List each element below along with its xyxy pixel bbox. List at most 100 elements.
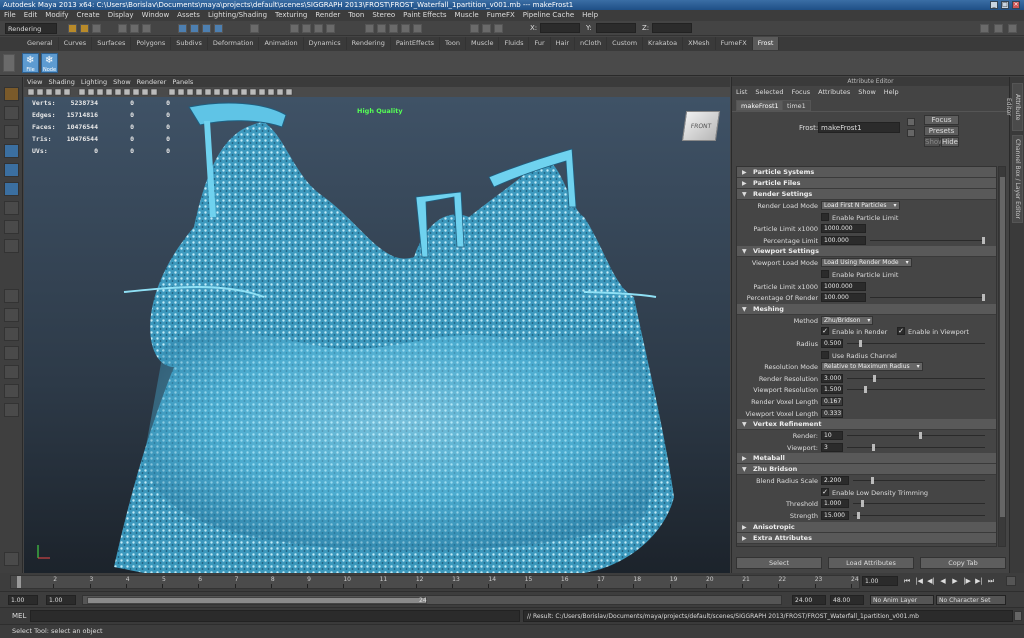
section-vertex-refinement[interactable]: ▼ Vertex Refinement bbox=[737, 419, 996, 431]
animation-start-field[interactable]: 1.00 bbox=[8, 595, 38, 605]
attribute-scroll-panel[interactable]: ▶ Particle Systems ▶ Particle Files ▼ Rende… bbox=[736, 166, 997, 547]
maximize-icon[interactable]: □ bbox=[1001, 1, 1009, 9]
soft-select-icon[interactable] bbox=[401, 24, 410, 33]
show-button[interactable]: Show bbox=[924, 137, 944, 147]
vr-viewport-slider[interactable] bbox=[847, 443, 985, 451]
select-tool-icon[interactable] bbox=[4, 87, 19, 101]
timeline-ticks[interactable]: 123456789101112131415161718192021222324 bbox=[10, 575, 860, 589]
step-forward-frame-icon[interactable]: |▶ bbox=[962, 576, 972, 586]
playback-end-field[interactable]: 24.00 bbox=[792, 595, 826, 605]
universal-manip-icon[interactable] bbox=[4, 201, 19, 215]
ae-menu-help[interactable]: Help bbox=[884, 88, 907, 96]
viewport-load-mode-dropdown[interactable]: Load Using Render Mode bbox=[821, 258, 912, 268]
paint-select-icon[interactable] bbox=[4, 125, 19, 139]
section-viewport-settings[interactable]: ▼ Viewport Settings bbox=[737, 246, 996, 258]
focus-button[interactable]: Focus bbox=[924, 115, 959, 125]
character-set-dropdown[interactable]: No Character Set bbox=[936, 595, 1006, 605]
output-connection-icon[interactable] bbox=[907, 129, 915, 137]
ipr-render-icon[interactable] bbox=[314, 24, 323, 33]
scale-tool-icon[interactable] bbox=[4, 182, 19, 196]
menu-set-dropdown[interactable]: Rendering bbox=[5, 23, 57, 34]
tab-muscle[interactable]: Muscle bbox=[466, 37, 500, 50]
percentage-limit-slider[interactable] bbox=[870, 236, 985, 244]
vr-render-field[interactable]: 10 bbox=[821, 431, 843, 441]
curve-tool-icon[interactable] bbox=[470, 24, 479, 33]
transform-icon[interactable] bbox=[365, 24, 374, 33]
section-anisotropic[interactable]: ▶ Anisotropic bbox=[737, 521, 996, 533]
tab-time1[interactable]: time1 bbox=[782, 100, 811, 111]
slider-handle[interactable] bbox=[857, 512, 860, 520]
select-component-icon[interactable] bbox=[142, 24, 151, 33]
menu-pipeline-cache[interactable]: Pipeline Cache bbox=[519, 11, 578, 19]
ae-menu-show[interactable]: Show bbox=[858, 88, 884, 96]
ae-menu-list[interactable]: List bbox=[736, 88, 755, 96]
tab-toon[interactable]: Toon bbox=[440, 37, 466, 50]
soft-mod-icon[interactable] bbox=[4, 220, 19, 234]
tab-fluids[interactable]: Fluids bbox=[499, 37, 530, 50]
tab-rendering[interactable]: Rendering bbox=[347, 37, 391, 50]
tab-deformation[interactable]: Deformation bbox=[208, 37, 260, 50]
play-backwards-icon[interactable]: ◀ bbox=[938, 576, 948, 586]
menu-help[interactable]: Help bbox=[578, 11, 602, 19]
node-name-field[interactable]: makeFrost1 bbox=[818, 122, 900, 133]
tab-fumefx[interactable]: FumeFX bbox=[716, 37, 753, 50]
lasso-tool-icon[interactable] bbox=[4, 106, 19, 120]
perspective-viewport[interactable]: Verts: 5238734 0 0 Edges: 15714816 0 0 Faces: 1… bbox=[24, 97, 730, 573]
enable-in-viewport-checkbox[interactable]: ✓ bbox=[897, 327, 905, 336]
menu-window[interactable]: Window bbox=[138, 11, 174, 19]
menu-toon[interactable]: Toon bbox=[344, 11, 368, 19]
section-meshing[interactable]: ▼ Meshing bbox=[737, 303, 996, 315]
show-manip-icon[interactable] bbox=[413, 24, 422, 33]
vp-menu-shading[interactable]: Shading bbox=[45, 78, 77, 86]
tab-custom[interactable]: Custom bbox=[607, 37, 644, 50]
y-field[interactable] bbox=[596, 23, 636, 33]
ae-menu-attributes[interactable]: Attributes bbox=[818, 88, 858, 96]
menu-assets[interactable]: Assets bbox=[173, 11, 204, 19]
low-density-trimming-checkbox[interactable]: ✓ bbox=[821, 487, 829, 496]
slider-handle[interactable] bbox=[873, 374, 876, 382]
vp-enable-particle-limit-checkbox[interactable] bbox=[821, 269, 829, 278]
load-attributes-button[interactable]: Load Attributes bbox=[828, 557, 914, 569]
section-particle-systems[interactable]: ▶ Particle Systems bbox=[737, 167, 996, 178]
tab-frost[interactable]: Frost bbox=[752, 37, 780, 50]
vp-menu-renderer[interactable]: Renderer bbox=[134, 78, 170, 86]
side-tab-attribute-editor[interactable]: Attribute Editor bbox=[1005, 83, 1023, 131]
render-resolution-field[interactable]: 3.000 bbox=[821, 373, 843, 383]
tab-xmesh[interactable]: XMesh bbox=[683, 37, 716, 50]
tab-makefrost1[interactable]: makeFrost1 bbox=[736, 100, 784, 111]
layout-options-icon[interactable] bbox=[4, 403, 19, 417]
slider-handle[interactable] bbox=[982, 236, 985, 244]
ep-curve-icon[interactable] bbox=[494, 24, 503, 33]
vp-menu-view[interactable]: View bbox=[24, 78, 45, 86]
snap-plane-icon[interactable] bbox=[214, 24, 223, 33]
z-field[interactable] bbox=[652, 23, 692, 33]
select-hierarchy-icon[interactable] bbox=[118, 24, 127, 33]
play-forwards-icon[interactable]: ▶ bbox=[950, 576, 960, 586]
persp-hypershade-icon[interactable] bbox=[4, 365, 19, 379]
select-object-icon[interactable] bbox=[130, 24, 139, 33]
step-back-key-icon[interactable]: |◀ bbox=[914, 576, 924, 586]
menu-texturing[interactable]: Texturing bbox=[271, 11, 311, 19]
range-bar[interactable]: 1 24 bbox=[82, 595, 782, 605]
goto-start-icon[interactable]: ⏮ bbox=[902, 576, 912, 586]
percentage-of-render-field[interactable]: 100.000 bbox=[821, 293, 866, 303]
vp-menu-lighting[interactable]: Lighting bbox=[78, 78, 110, 86]
scrollbar-thumb[interactable] bbox=[1000, 177, 1005, 517]
shelf-menu-icon[interactable] bbox=[3, 54, 15, 72]
radius-field[interactable]: 0.500 bbox=[821, 338, 843, 348]
percentage-of-render-slider[interactable] bbox=[870, 294, 985, 302]
particle-limit-field[interactable]: 1000.000 bbox=[821, 224, 866, 234]
use-radius-channel-checkbox[interactable] bbox=[821, 350, 829, 359]
strength-slider[interactable] bbox=[853, 512, 985, 520]
slider-handle[interactable] bbox=[871, 477, 874, 485]
persp-graph-icon[interactable] bbox=[4, 346, 19, 360]
animation-end-field[interactable]: 48.00 bbox=[830, 595, 864, 605]
threshold-slider[interactable] bbox=[853, 500, 985, 508]
cv-curve-icon[interactable] bbox=[482, 24, 491, 33]
viewport-resolution-field[interactable]: 1.500 bbox=[821, 385, 843, 395]
anim-layer-dropdown[interactable]: No Anim Layer bbox=[870, 595, 934, 605]
vr-render-slider[interactable] bbox=[847, 432, 985, 440]
ae-menu-focus[interactable]: Focus bbox=[792, 88, 819, 96]
mel-label[interactable]: MEL bbox=[12, 612, 26, 620]
section-extra-attributes[interactable]: ▶ Extra Attributes bbox=[737, 532, 996, 544]
